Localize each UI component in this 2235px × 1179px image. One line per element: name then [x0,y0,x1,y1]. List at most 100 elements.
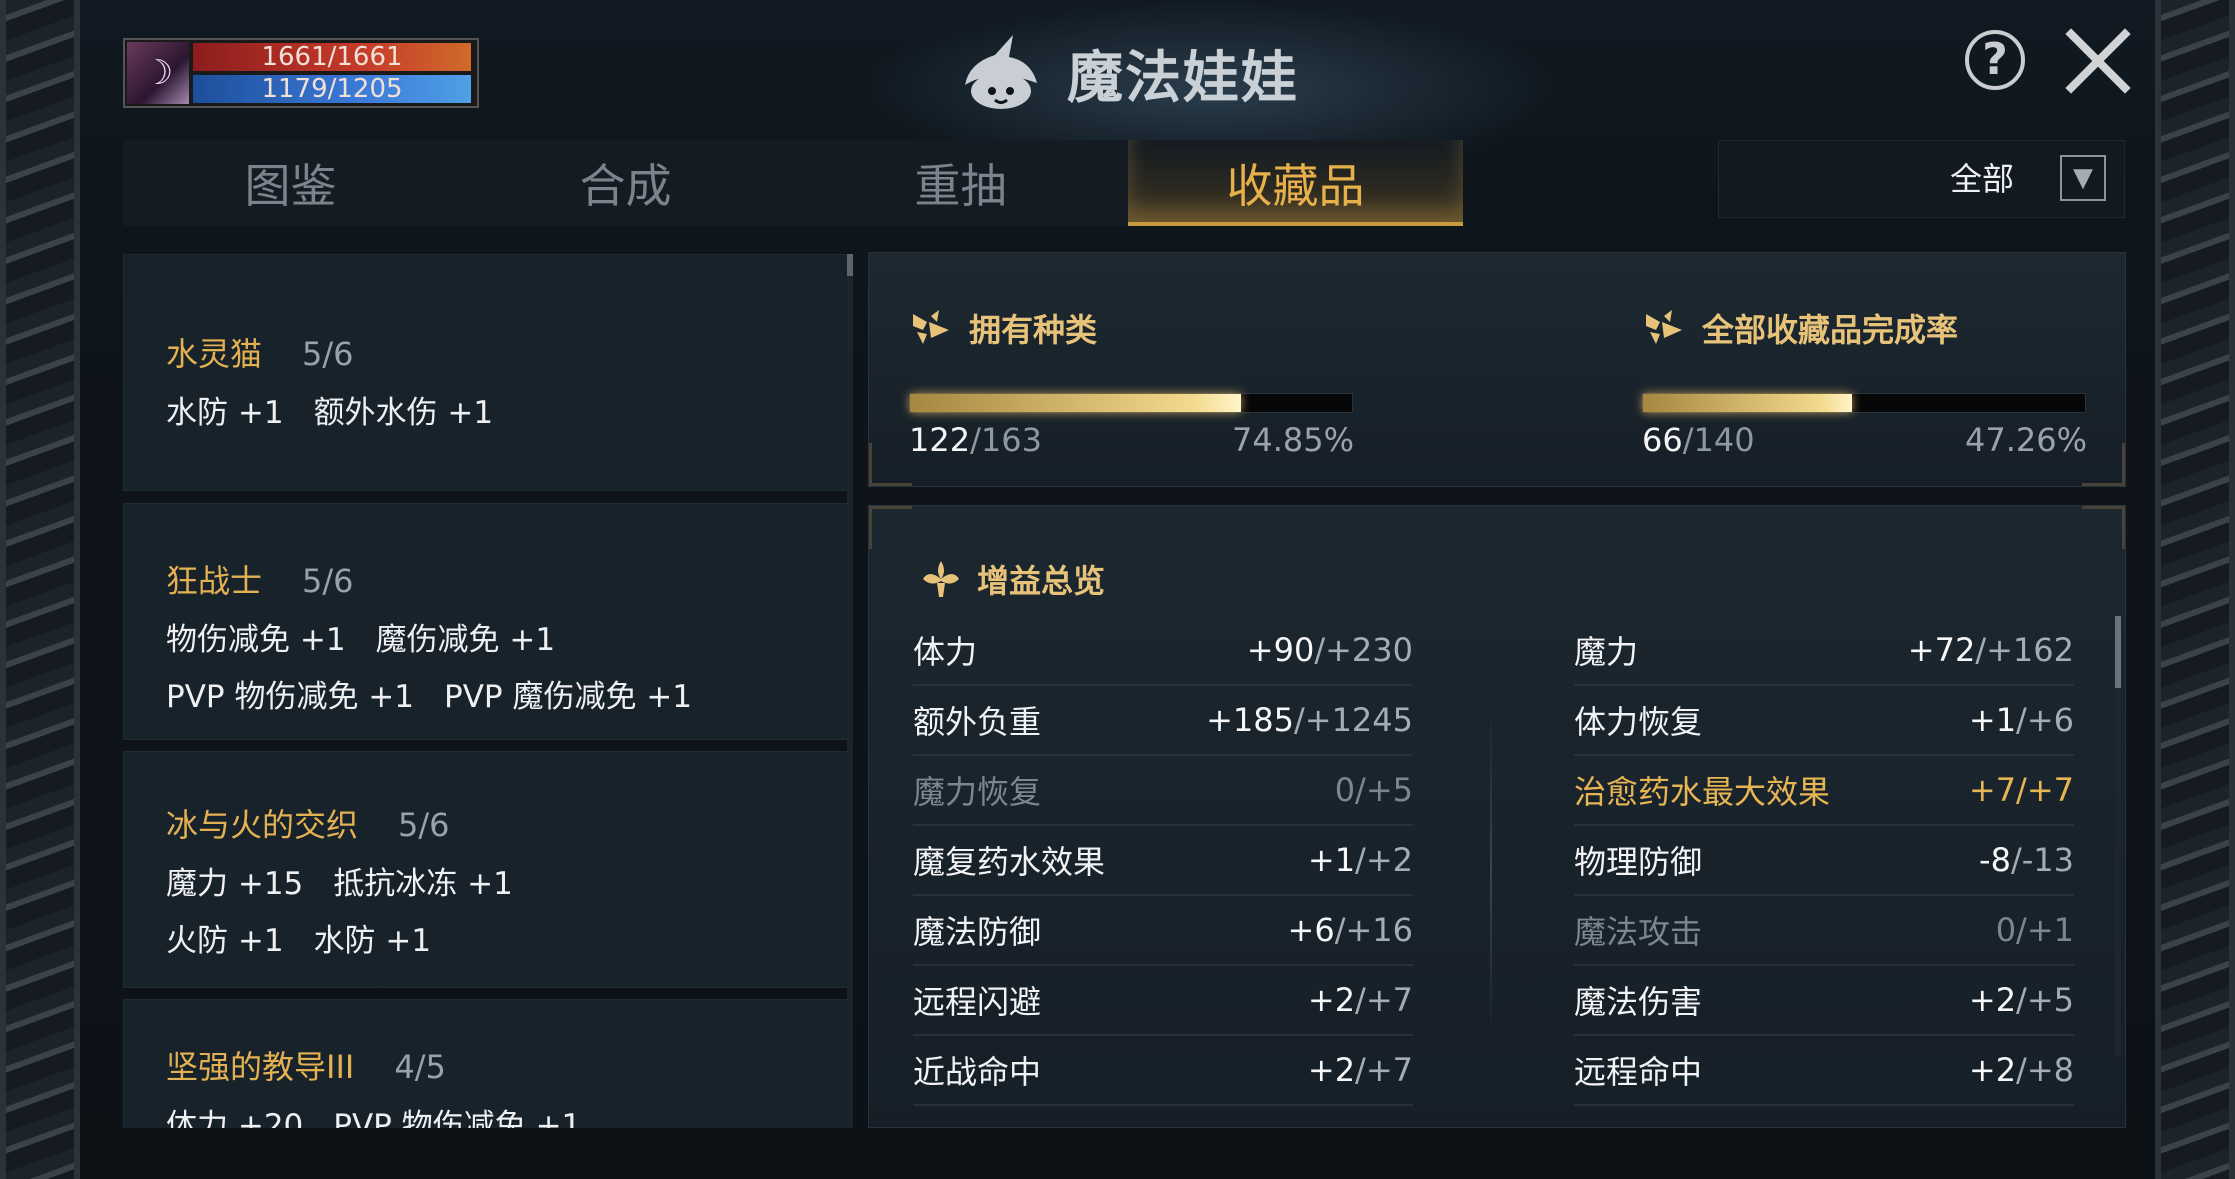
buff-value: +72/+162 [1908,631,2074,669]
buff-label: 魔法伤害 [1574,983,1703,1021]
buff-column-right: 魔力 +72/+162 体力恢复 +1/+6 治愈药水最大效果 +7/+7 物理防御 -8/-… [1574,616,2074,1106]
buff-label: 近战命中 [913,1053,1042,1091]
buff-current: +1 [1307,841,1356,879]
owned-types-title: 拥有种类 [969,311,1098,349]
effect: 抵抗冰冻 +1 [333,866,513,902]
collection-name: 狂战士 [166,562,263,600]
tab-synthesis[interactable]: 合成 [458,140,793,226]
overview-scrollbar-thumb[interactable] [2115,616,2121,688]
collection-progress: 5/6 [302,335,354,373]
buff-current: +1 [1968,701,2017,739]
buff-row: 体力 +90/+230 [913,616,1413,686]
collection-name: 水灵猫 [166,335,263,373]
buff-current: +6 [1287,911,1335,949]
owned-types-percent: 74.85% [1231,421,1354,459]
effect: 魔力 +15 [166,866,304,902]
collection-progress: 4/5 [394,1048,446,1086]
buff-overview-title: 增益总览 [977,562,1106,600]
buff-row: 远程命中 +2/+8 [1574,1036,2074,1106]
buff-value: +2/+7 [1308,1051,1413,1089]
collection-card-4[interactable]: 坚强的教导III 4/5 体力 +20 PVP 物伤减免 +1 [123,999,848,1128]
collection-card-2[interactable]: 狂战士 5/6 物伤减免 +1 魔伤减免 +1 PVP 物伤减免 +1 PVP 魔伤… [123,503,848,740]
window-title: 魔法娃娃 [1067,45,1299,111]
buff-max: /+5 [1355,771,1413,809]
tab-redraw[interactable]: 重抽 [793,140,1128,226]
buff-row: 魔法攻击 0/+1 [1574,896,2074,966]
corner-ornament [869,506,912,549]
buff-label: 魔力 [1574,633,1639,671]
collection-effects: 体力 +20 PVP 物伤减免 +1 [166,1100,805,1128]
effect: PVP 物伤减免 +1 [166,679,414,715]
buff-current: +7 [1968,771,2017,809]
doll-icon [965,35,1037,109]
buff-current: +2 [1307,981,1356,1019]
buff-current: +2 [1968,1051,2017,1089]
collection-progress: 5/6 [302,562,354,600]
collection-card-1[interactable]: 水灵猫 5/6 水防 +1 额外水伤 +1 [123,254,848,491]
corner-ornament [2082,443,2125,486]
mp-bar: 1179/1205 [193,75,471,103]
buff-column-left: 体力 +90/+230 额外负重 +185/+1245 魔力恢复 0/+5 魔复药水效果 +1… [913,616,1413,1106]
buff-label: 远程闪避 [913,983,1042,1021]
owned-types-progress [909,393,1353,413]
collection-name: 冰与火的交织 [166,806,359,844]
chevron-down-icon[interactable]: ▼ [2060,155,2106,201]
hp-bar: 1661/1661 [193,43,471,71]
effect: 体力 +20 [166,1108,304,1128]
collection-effects: 火防 +1 水防 +1 [166,915,805,960]
collection-card-3[interactable]: 冰与火的交织 5/6 魔力 +15 抵抗冰冻 +1 火防 +1 水防 +1 [123,751,848,988]
help-icon[interactable]: ? [1965,30,2025,90]
buff-label: 魔法防御 [913,913,1042,951]
buff-row: 额外负重 +185/+1245 [913,686,1413,756]
buff-max: /+5 [2016,981,2074,1019]
buff-value: 0/+5 [1335,771,1413,809]
list-scrollbar-thumb[interactable] [847,254,853,276]
buff-max: /+162 [1975,631,2074,669]
buff-value: +7/+7 [1969,771,2074,809]
effect: PVP 物伤减免 +1 [333,1108,582,1128]
buff-max: /+7 [1355,981,1413,1019]
overview-scrollbar[interactable] [2115,616,2121,1056]
buff-max: /+7 [1355,1051,1413,1089]
tab-collection[interactable]: 收藏品 [1128,140,1463,226]
buff-row: 魔法伤害 +2/+5 [1574,966,2074,1036]
completion-current: 66 [1642,421,1683,459]
buff-value: +1/+6 [1969,701,2074,739]
buff-overview-header: 增益总览 [919,556,1105,602]
buff-current: +90 [1246,631,1315,669]
owned-total: /163 [970,421,1042,459]
buff-current: +185 [1206,701,1294,739]
buff-label: 治愈药水最大效果 [1574,773,1831,811]
close-icon[interactable] [2065,28,2131,94]
buff-max: /+6 [2016,701,2074,739]
collection-effects: 魔力 +15 抵抗冰冻 +1 [166,858,805,903]
effect: 额外水伤 +1 [313,395,494,431]
tab-codex[interactable]: 图鉴 [123,140,458,226]
buff-row: 体力恢复 +1/+6 [1574,686,2074,756]
frame-border-left [0,0,80,1179]
completion-percent: 47.26% [1964,421,2087,459]
buff-label: 魔法攻击 [1574,913,1703,951]
owned-types-progress-fill [910,394,1241,412]
completion-total: /140 [1682,421,1755,459]
list-scrollbar[interactable] [847,254,853,1128]
collection-effects: 物伤减免 +1 魔伤减免 +1 [166,614,805,659]
buff-value: +90/+230 [1247,631,1413,669]
trophy-wing-icon [1646,310,1682,344]
tab-bar: 图鉴 合成 重抽 收藏品 [123,140,1463,226]
buff-value: +2/+5 [1969,981,2074,1019]
buff-current: +72 [1907,631,1976,669]
buff-value: -8/-13 [1979,841,2074,879]
effect: 水防 +1 [313,923,432,959]
buff-max: /+16 [1334,911,1413,949]
buff-row: 魔力 +72/+162 [1574,616,2074,686]
buff-value: +1/+2 [1308,841,1413,879]
buff-value: +6/+16 [1288,911,1413,949]
buff-max: /+1 [2016,911,2074,949]
completion-rate-progress [1642,393,2086,413]
buff-row: 魔力恢复 0/+5 [913,756,1413,826]
collection-list[interactable]: 水灵猫 5/6 水防 +1 额外水伤 +1 狂战士 5/6 物伤减免 +1 魔伤减免… [123,254,848,1128]
buff-label: 远程命中 [1574,1053,1703,1091]
collection-stats-panel: 拥有种类 122/163 74.85% 全部收藏品完成率 66/140 47.2… [868,252,2126,487]
filter-dropdown[interactable]: 全部 ▼ [1718,140,2125,218]
